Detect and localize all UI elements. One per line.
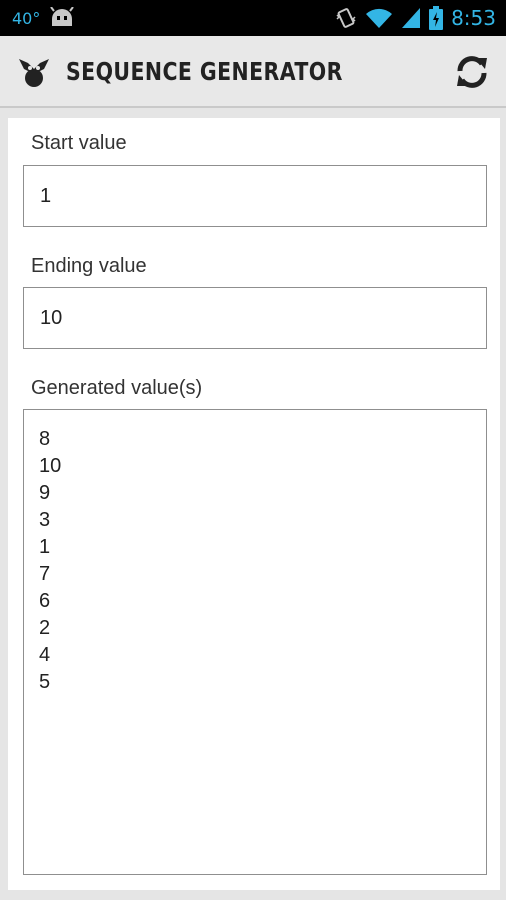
signal-icon	[402, 8, 421, 28]
status-bar: 40° 8:53	[0, 0, 506, 36]
generated-values-label: Generated value(s)	[31, 377, 203, 399]
action-bar: SEQUENCE GENERATOR	[0, 36, 506, 108]
generated-value: 10	[39, 455, 62, 477]
generated-value: 1	[39, 536, 51, 558]
battery-charging-icon	[429, 6, 444, 30]
status-left: 40°	[12, 0, 76, 36]
generated-value: 5	[39, 671, 51, 693]
generated-value: 4	[39, 644, 51, 666]
ending-value-field[interactable]: 10	[23, 287, 487, 349]
generated-values-area[interactable]: 8 10 9 3 1 7 6 2 4 5	[23, 409, 487, 875]
start-value-label: Start value	[31, 132, 127, 154]
ending-value-label: Ending value	[31, 255, 147, 277]
generated-value: 3	[39, 509, 51, 531]
form-card: Start value 1 Ending value 10 Generated …	[8, 118, 500, 890]
android-notification-icon	[50, 7, 75, 26]
start-value-field[interactable]: 1	[23, 165, 487, 227]
status-right: 8:53	[335, 0, 496, 36]
generated-value: 9	[39, 482, 51, 504]
refresh-button[interactable]	[452, 52, 492, 92]
clock-text: 8:53	[451, 6, 496, 30]
temperature-text: 40°	[12, 8, 41, 28]
generated-value: 7	[39, 563, 51, 585]
generated-value: 8	[39, 428, 51, 450]
wifi-icon	[366, 8, 393, 28]
app-title: SEQUENCE GENERATOR	[66, 57, 343, 86]
bear-logo-icon	[19, 59, 49, 87]
generated-value: 2	[39, 617, 51, 639]
vibrate-icon	[336, 8, 356, 28]
refresh-icon	[457, 56, 487, 88]
generated-value: 6	[39, 590, 51, 612]
